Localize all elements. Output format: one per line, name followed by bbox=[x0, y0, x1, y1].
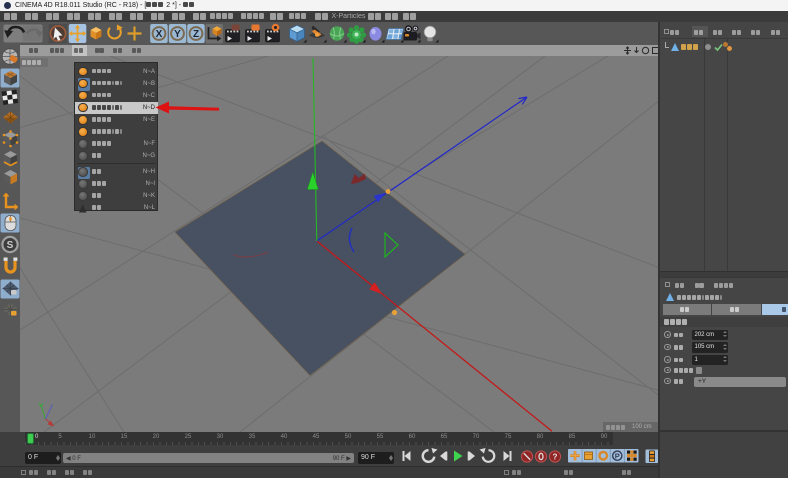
svg-text:S: S bbox=[7, 240, 14, 251]
svg-text:Y: Y bbox=[174, 29, 181, 40]
svg-text:?: ? bbox=[553, 452, 558, 461]
svg-text:Z: Z bbox=[193, 29, 199, 40]
svg-text:P: P bbox=[614, 452, 619, 461]
svg-text:X: X bbox=[156, 29, 163, 40]
